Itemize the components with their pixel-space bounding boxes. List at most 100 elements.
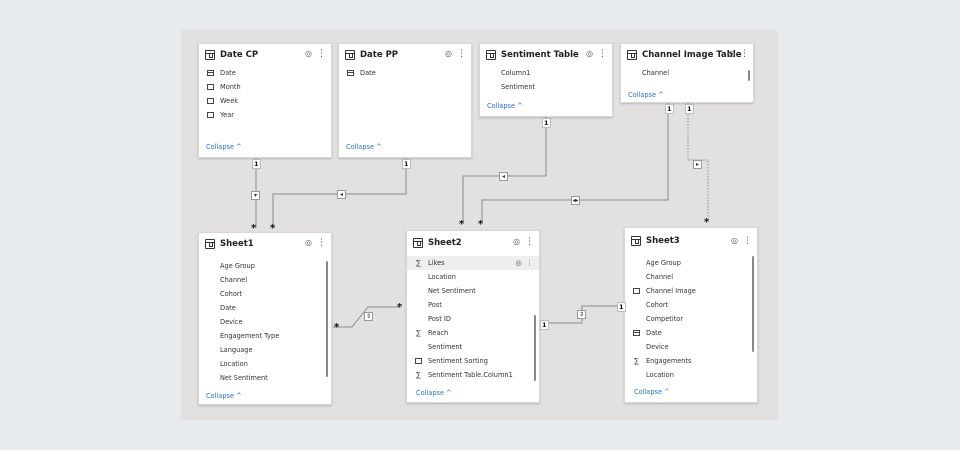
- field-label: Language: [220, 346, 253, 354]
- sigma-icon: ∑: [416, 329, 421, 337]
- field-label: Sentiment: [501, 83, 536, 91]
- filter-direction-marker[interactable]: ⇕: [364, 312, 373, 321]
- hierarchy-icon: [207, 98, 214, 104]
- more-options-icon[interactable]: ⋮: [526, 259, 533, 267]
- more-options-icon[interactable]: ⋮: [743, 236, 752, 246]
- field-item[interactable]: ∑ Likes ◎ ⋮: [407, 256, 539, 270]
- field-item[interactable]: Date: [199, 66, 331, 80]
- field-item[interactable]: Engagement Type: [199, 329, 331, 343]
- field-item[interactable]: Language: [199, 343, 331, 357]
- eye-icon[interactable]: ◎: [728, 49, 735, 59]
- field-actions[interactable]: ◎ ⋮: [515, 256, 533, 270]
- field-item[interactable]: Location: [625, 368, 757, 382]
- cardinality-one-label: 1: [540, 320, 549, 330]
- collapse-link[interactable]: Collapse ^: [627, 388, 670, 396]
- table-card-sentiment-table[interactable]: Sentiment Table ◎ ⋮ Column1 Sentiment Co…: [479, 43, 613, 117]
- eye-icon[interactable]: ◎: [586, 49, 593, 59]
- eye-icon[interactable]: ◎: [513, 237, 520, 247]
- field-item[interactable]: Channel: [625, 270, 757, 284]
- scrollbar[interactable]: [752, 256, 754, 352]
- table-card-sheet3[interactable]: Sheet3 ◎ ⋮ Age Group Channel Channel Ima…: [624, 227, 758, 403]
- collapse-link[interactable]: Collapse ^: [199, 143, 242, 151]
- field-label: Channel: [220, 276, 248, 284]
- filter-direction-marker[interactable]: ◂: [337, 190, 346, 199]
- field-item[interactable]: Cohort: [625, 298, 757, 312]
- sigma-icon: ∑: [634, 357, 639, 365]
- field-item[interactable]: Device: [625, 340, 757, 354]
- field-item[interactable]: Month: [199, 80, 331, 94]
- field-item[interactable]: ∑ Sentiment Table.Column1: [407, 368, 539, 382]
- field-label: Date: [646, 329, 662, 337]
- field-label: Device: [220, 318, 243, 326]
- field-item[interactable]: Location: [199, 357, 331, 371]
- table-card-sheet2[interactable]: Sheet2 ◎ ⋮ ∑ Likes ◎ ⋮ Location Net Sentim…: [406, 230, 540, 403]
- hierarchy-icon: [633, 288, 640, 294]
- more-options-icon[interactable]: ⋮: [457, 49, 466, 59]
- field-item[interactable]: Column1: [480, 66, 612, 80]
- table-icon: [627, 50, 637, 60]
- field-item[interactable]: Age Group: [625, 256, 757, 270]
- field-item[interactable]: Age Group: [199, 259, 331, 273]
- more-options-icon[interactable]: ⋮: [598, 49, 607, 59]
- field-item[interactable]: Cohort: [199, 287, 331, 301]
- collapse-link[interactable]: Collapse ^: [621, 91, 664, 99]
- field-item[interactable]: Device: [199, 315, 331, 329]
- sigma-icon: ∑: [416, 371, 421, 379]
- collapse-link[interactable]: Collapse ^: [480, 102, 523, 110]
- field-item[interactable]: Net Sentiment: [407, 284, 539, 298]
- field-item[interactable]: Sentiment: [480, 80, 612, 94]
- scrollbar[interactable]: [326, 261, 328, 377]
- more-options-icon[interactable]: ⋮: [525, 237, 534, 247]
- field-label: Device: [646, 343, 669, 351]
- field-label: Age Group: [646, 259, 681, 267]
- field-item[interactable]: Year: [199, 108, 331, 122]
- collapse-link[interactable]: Collapse ^: [339, 143, 382, 151]
- field-item[interactable]: Sentiment: [407, 340, 539, 354]
- eye-icon[interactable]: ◎: [305, 49, 312, 59]
- field-item[interactable]: Channel: [621, 66, 753, 80]
- table-title: Sentiment Table: [501, 50, 579, 60]
- filter-direction-marker[interactable]: ⇕: [577, 310, 586, 319]
- field-list: Date Month Week Year: [199, 66, 331, 122]
- field-item[interactable]: Post ID: [407, 312, 539, 326]
- field-item[interactable]: Location: [407, 270, 539, 284]
- field-label: Channel: [642, 69, 670, 77]
- field-label: Engagement Type: [220, 332, 280, 340]
- field-item[interactable]: Date: [199, 301, 331, 315]
- table-card-sheet1[interactable]: Sheet1 ◎ ⋮ Age Group Channel Cohort Date…: [198, 232, 332, 405]
- more-options-icon[interactable]: ⋮: [317, 49, 326, 59]
- field-label: Location: [428, 273, 456, 281]
- eye-icon[interactable]: ◎: [731, 236, 738, 246]
- filter-direction-marker[interactable]: ▾: [251, 191, 260, 200]
- table-card-channel-image-table[interactable]: Channel Image Table ◎ ⋮ Channel Collapse…: [620, 43, 754, 103]
- more-options-icon[interactable]: ⋮: [740, 49, 749, 59]
- field-item[interactable]: Post: [407, 298, 539, 312]
- filter-direction-marker[interactable]: ◂: [499, 172, 508, 181]
- field-item[interactable]: ∑ Engagements: [625, 354, 757, 368]
- field-item[interactable]: Competitor: [625, 312, 757, 326]
- field-item[interactable]: Net Sentiment: [199, 371, 331, 385]
- eye-icon[interactable]: ◎: [515, 259, 521, 267]
- scrollbar[interactable]: [534, 315, 536, 381]
- cardinality-one-label: 1: [252, 159, 261, 169]
- filter-direction-marker[interactable]: ◂▸: [571, 196, 580, 205]
- field-label: Sentiment: [428, 343, 463, 351]
- eye-icon[interactable]: ◎: [445, 49, 452, 59]
- field-item[interactable]: ∑ Reach: [407, 326, 539, 340]
- table-icon: [631, 236, 641, 246]
- more-options-icon[interactable]: ⋮: [317, 238, 326, 248]
- field-item[interactable]: Sentiment Sorting: [407, 354, 539, 368]
- collapse-link[interactable]: Collapse ^: [199, 392, 242, 400]
- table-card-date-cp[interactable]: Date CP ◎ ⋮ Date Month Week Year Collaps…: [198, 43, 332, 158]
- field-item[interactable]: Date: [625, 326, 757, 340]
- eye-icon[interactable]: ◎: [305, 238, 312, 248]
- filter-direction-marker[interactable]: ▸: [693, 160, 702, 169]
- field-item[interactable]: Channel: [199, 273, 331, 287]
- table-card-date-pp[interactable]: Date PP ◎ ⋮ Date Collapse ^: [338, 43, 472, 158]
- field-item[interactable]: Week: [199, 94, 331, 108]
- field-item[interactable]: Channel Image: [625, 284, 757, 298]
- field-item[interactable]: Date: [339, 66, 471, 80]
- scrollbar[interactable]: [748, 70, 750, 81]
- collapse-link[interactable]: Collapse ^: [409, 389, 452, 397]
- calendar-icon: [207, 70, 214, 76]
